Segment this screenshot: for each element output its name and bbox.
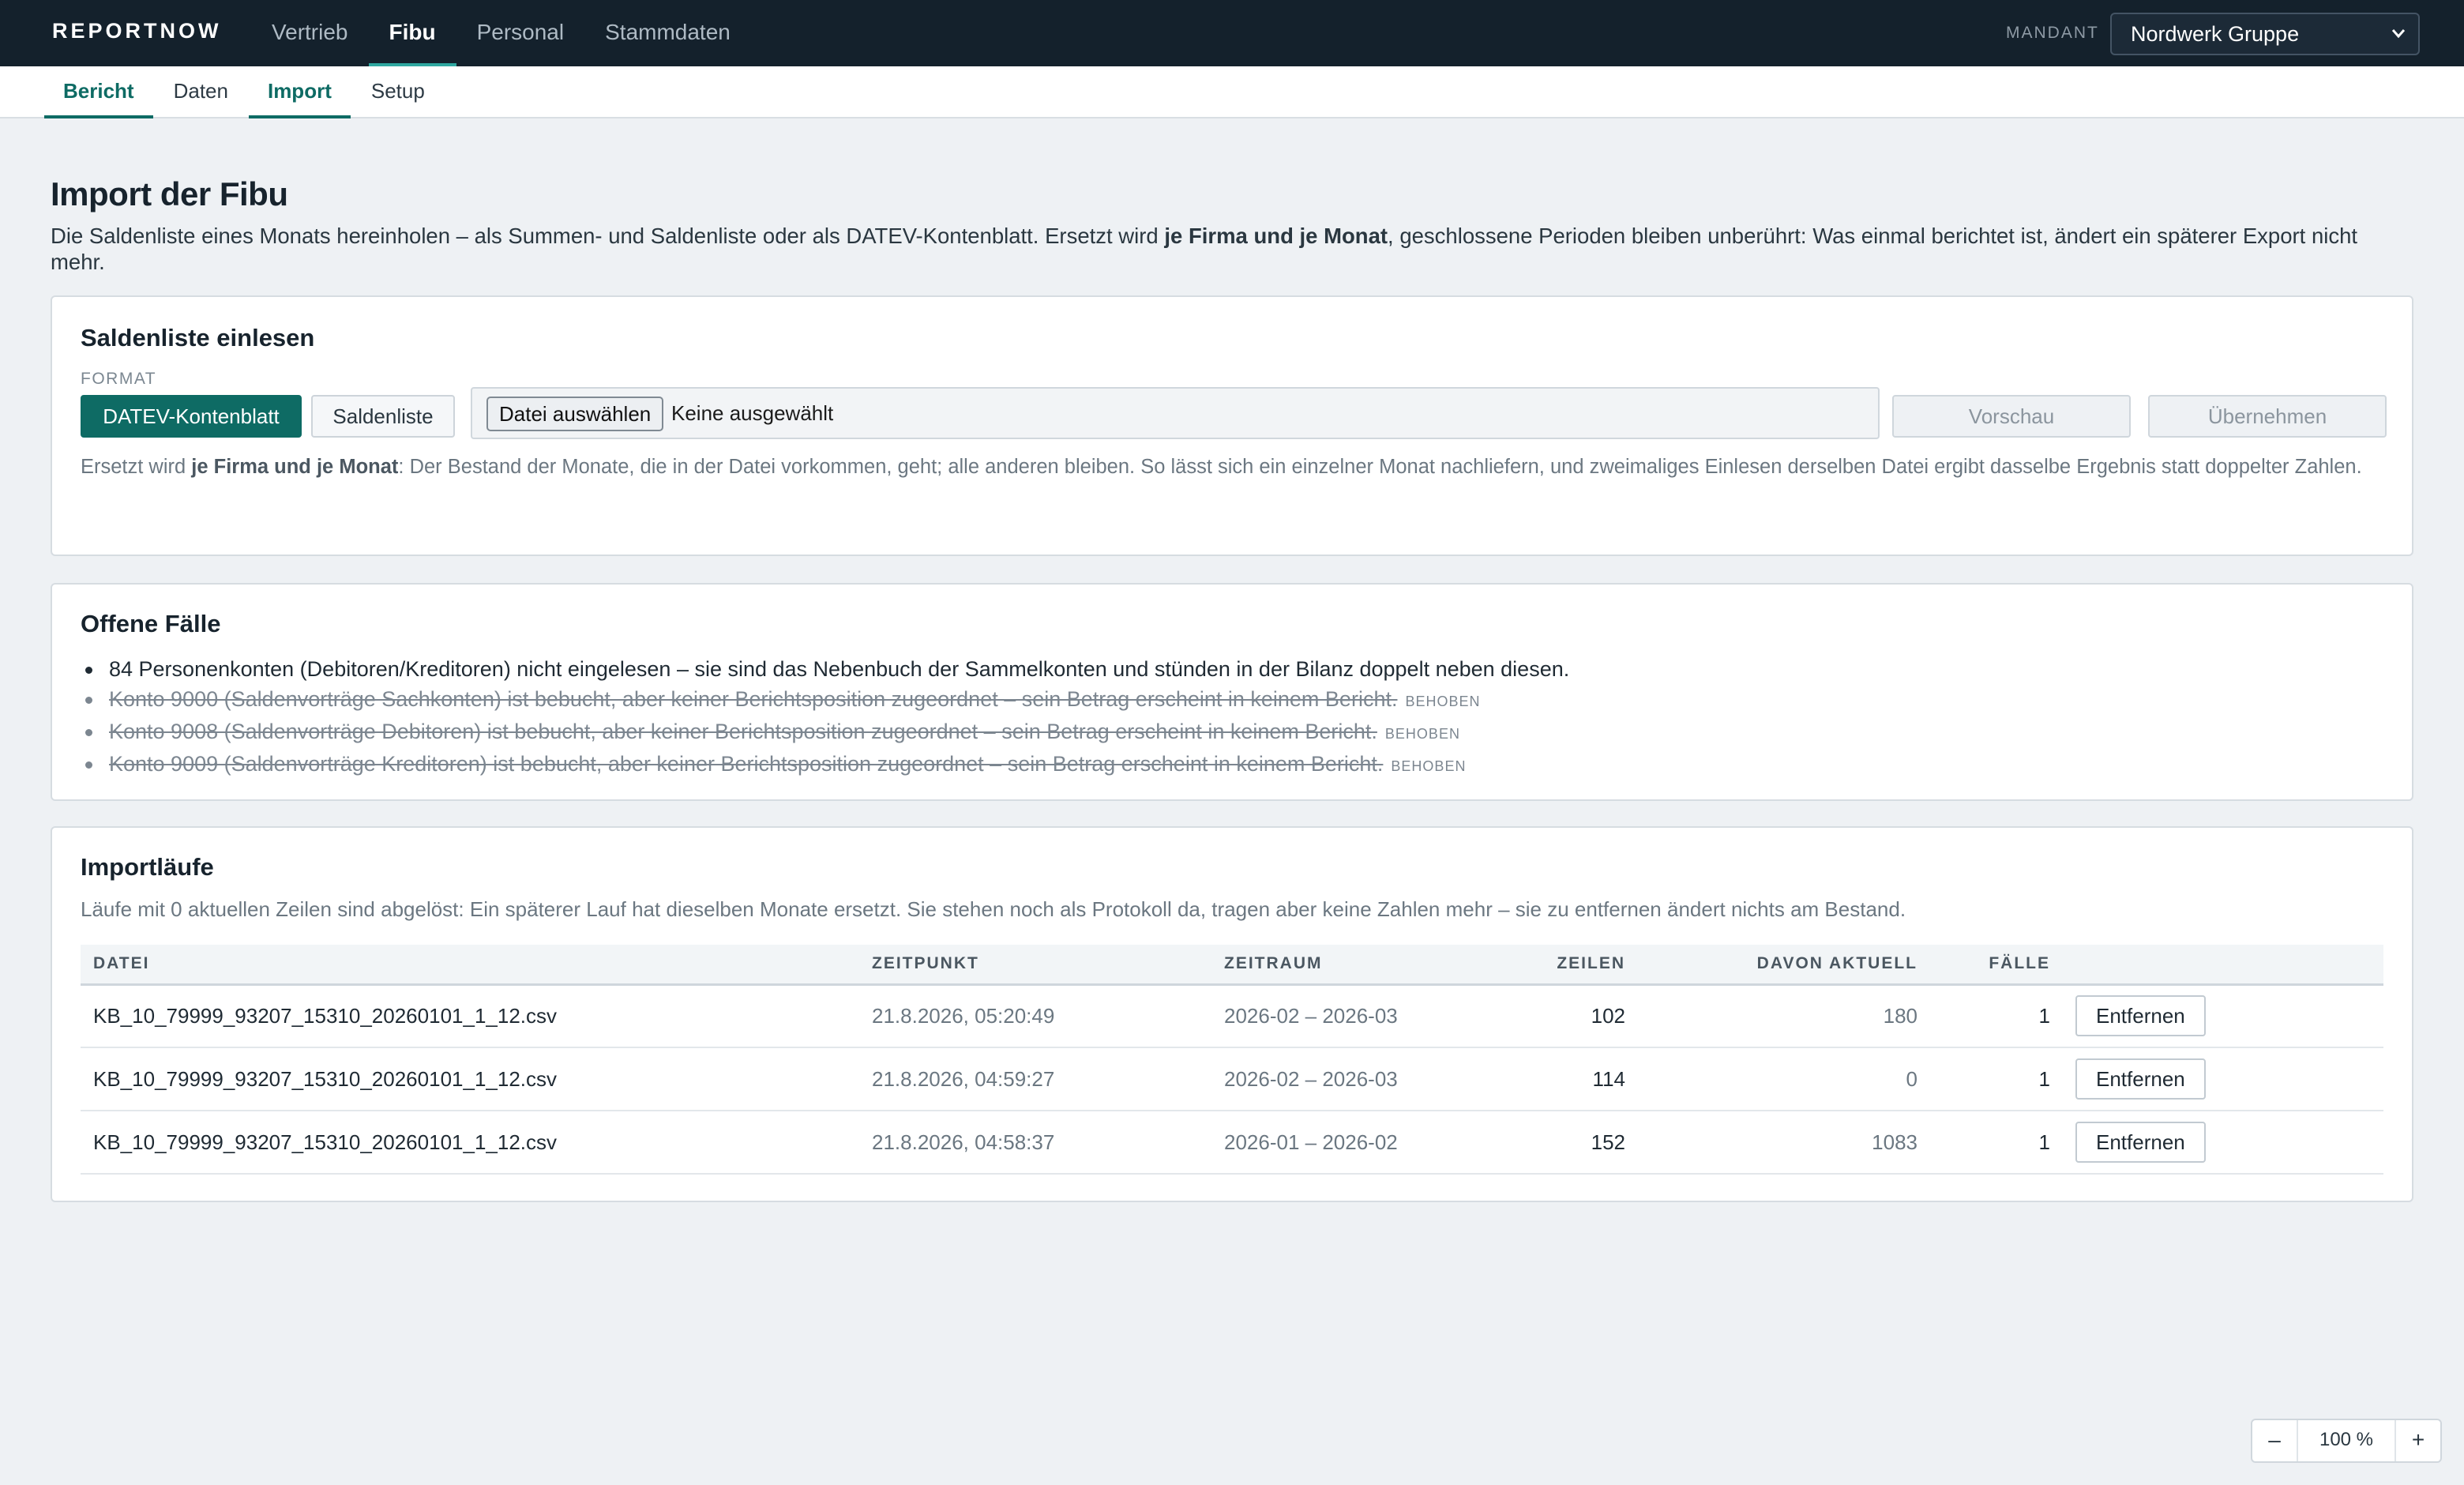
- resolved-badge: BEHOBEN: [1391, 758, 1467, 774]
- cell-lines: 102: [1472, 984, 1638, 1048]
- open-cases-list: 84 Personenkonten (Debitoren/Kreditoren)…: [85, 654, 1570, 781]
- cell-range: 2026-01 – 2026-02: [1211, 1111, 1472, 1175]
- remove-run-button[interactable]: Entfernen: [2075, 1058, 2206, 1100]
- upload-note: Ersetzt wird je Firma und je Monat: Der …: [81, 452, 2387, 482]
- cell-current: 0: [1638, 1047, 1930, 1111]
- sub-navigation-bar: Bericht Daten Import Setup: [0, 66, 2464, 118]
- tab-daten[interactable]: Daten: [155, 66, 247, 118]
- case-item: Konto 9008 (Saldenvorträge Debitoren) is…: [85, 716, 1569, 749]
- choose-file-button[interactable]: Datei auswählen: [486, 397, 664, 431]
- import-runs-title: Importläufe: [81, 853, 214, 881]
- case-item: Konto 9009 (Saldenvorträge Kreditoren) i…: [85, 749, 1569, 781]
- nav-item-personal[interactable]: Personal: [456, 0, 585, 66]
- nav-item-fibu[interactable]: Fibu: [368, 0, 456, 66]
- zoom-level: 100 %: [2297, 1420, 2396, 1461]
- page-intro-emphasis: je Firma und je Monat: [1164, 224, 1388, 248]
- zoom-control: – 100 % +: [2251, 1419, 2442, 1463]
- table-header-row: DATEI ZEITPUNKT ZEITRAUM ZEILEN DAVON AK…: [81, 945, 2383, 986]
- case-item-text: Konto 9008 (Saldenvorträge Debitoren) is…: [109, 720, 1377, 743]
- apply-button[interactable]: Übernehmen: [2148, 395, 2387, 438]
- remove-run-button[interactable]: Entfernen: [2075, 1122, 2206, 1163]
- cell-file: KB_10_79999_93207_15310_20260101_1_12.cs…: [81, 984, 859, 1048]
- nav-item-stammdaten[interactable]: Stammdaten: [584, 0, 751, 66]
- table-row: KB_10_79999_93207_15310_20260101_1_12.cs…: [81, 1111, 2383, 1175]
- cell-file: KB_10_79999_93207_15310_20260101_1_12.cs…: [81, 1047, 859, 1111]
- upload-note-emphasis: je Firma und je Monat: [191, 456, 399, 478]
- table-row: KB_10_79999_93207_15310_20260101_1_12.cs…: [81, 984, 2383, 1048]
- top-navigation-bar: REPORTNOW Vertrieb Fibu Personal Stammda…: [0, 0, 2464, 66]
- column-header-davon-aktuell: DAVON AKTUELL: [1638, 945, 1930, 986]
- cell-current: 180: [1638, 984, 1930, 1048]
- cell-time: 21.8.2026, 04:59:27: [859, 1047, 1211, 1111]
- import-runs-card: Importläufe Läufe mit 0 aktuellen Zeilen…: [51, 826, 2413, 1202]
- tab-setup[interactable]: Setup: [352, 66, 444, 118]
- page-intro: Die Saldenliste eines Monats hereinholen…: [51, 223, 2417, 275]
- cell-actions: Entfernen: [2063, 1111, 2383, 1175]
- nav-item-vertrieb[interactable]: Vertrieb: [251, 0, 369, 66]
- cell-range: 2026-02 – 2026-03: [1211, 984, 1472, 1048]
- chevron-down-icon: [2390, 14, 2407, 68]
- column-header-actions: [2063, 945, 2383, 986]
- case-item-text: Konto 9009 (Saldenvorträge Kreditoren) i…: [109, 752, 1384, 776]
- resolved-badge: BEHOBEN: [1405, 694, 1481, 709]
- page-title: Import der Fibu: [51, 175, 288, 212]
- main-nav: Vertrieb Fibu Personal Stammdaten: [251, 0, 751, 66]
- upload-card-title: Saldenliste einlesen: [81, 324, 315, 352]
- tab-bericht[interactable]: Bericht: [44, 66, 153, 118]
- case-item-text: 84 Personenkonten (Debitoren/Kreditoren)…: [109, 657, 1570, 681]
- cell-cases: 1: [1930, 1047, 2063, 1111]
- mandant-label: MANDANT: [2006, 24, 2099, 42]
- cell-range: 2026-02 – 2026-03: [1211, 1047, 1472, 1111]
- zoom-in-button[interactable]: +: [2396, 1420, 2440, 1461]
- upload-card: Saldenliste einlesen FORMAT DATEV-Konten…: [51, 295, 2413, 556]
- format-datev-button[interactable]: DATEV-Kontenblatt: [81, 395, 302, 438]
- case-item-text: Konto 9000 (Saldenvorträge Sachkonten) i…: [109, 687, 1398, 711]
- zoom-out-button[interactable]: –: [2252, 1420, 2297, 1461]
- brand-logo[interactable]: REPORTNOW: [52, 19, 222, 43]
- column-header-zeitpunkt: ZEITPUNKT: [859, 945, 1211, 986]
- resolved-badge: BEHOBEN: [1384, 726, 1460, 742]
- table-row: KB_10_79999_93207_15310_20260101_1_12.cs…: [81, 1047, 2383, 1111]
- column-header-zeitraum: ZEITRAUM: [1211, 945, 1472, 986]
- upload-note-text-end: : Der Bestand der Monate, die in der Dat…: [398, 456, 2362, 478]
- open-cases-title: Offene Fälle: [81, 610, 221, 637]
- column-header-faelle: FÄLLE: [1930, 945, 2063, 986]
- format-saldenliste-button[interactable]: Saldenliste: [311, 395, 455, 438]
- sub-nav: Bericht Daten Import Setup: [44, 66, 445, 118]
- cell-cases: 1: [1930, 984, 2063, 1048]
- cell-time: 21.8.2026, 05:20:49: [859, 984, 1211, 1048]
- import-runs-note: Läufe mit 0 aktuellen Zeilen sind abgelö…: [81, 897, 1906, 921]
- cell-actions: Entfernen: [2063, 984, 2383, 1048]
- cell-lines: 152: [1472, 1111, 1638, 1175]
- file-input[interactable]: Datei auswählen Keine ausgewählt: [471, 387, 1880, 439]
- mandant-select[interactable]: Nordwerk Gruppe: [2110, 13, 2420, 55]
- cell-file: KB_10_79999_93207_15310_20260101_1_12.cs…: [81, 1111, 859, 1175]
- case-item: 84 Personenkonten (Debitoren/Kreditoren)…: [85, 654, 1570, 684]
- upload-note-text: Ersetzt wird: [81, 456, 192, 478]
- cell-time: 21.8.2026, 04:58:37: [859, 1111, 1211, 1175]
- cell-actions: Entfernen: [2063, 1047, 2383, 1111]
- preview-button[interactable]: Vorschau: [1892, 395, 2131, 438]
- column-header-zeilen: ZEILEN: [1472, 945, 1638, 986]
- file-status: Keine ausgewählt: [671, 401, 834, 425]
- import-runs-table: DATEI ZEITPUNKT ZEITRAUM ZEILEN DAVON AK…: [81, 945, 2383, 1175]
- remove-run-button[interactable]: Entfernen: [2075, 995, 2206, 1037]
- page-intro-text: Die Saldenliste eines Monats hereinholen…: [51, 224, 1165, 248]
- format-label: FORMAT: [81, 370, 157, 388]
- open-cases-card: Offene Fälle 84 Personenkonten (Debitore…: [51, 583, 2413, 801]
- cell-cases: 1: [1930, 1111, 2063, 1175]
- case-item: Konto 9000 (Saldenvorträge Sachkonten) i…: [85, 684, 1569, 716]
- cell-current: 1083: [1638, 1111, 1930, 1175]
- mandant-select-value: Nordwerk Gruppe: [2131, 22, 2300, 46]
- column-header-datei: DATEI: [81, 945, 859, 986]
- tab-import[interactable]: Import: [248, 66, 351, 118]
- cell-lines: 114: [1472, 1047, 1638, 1111]
